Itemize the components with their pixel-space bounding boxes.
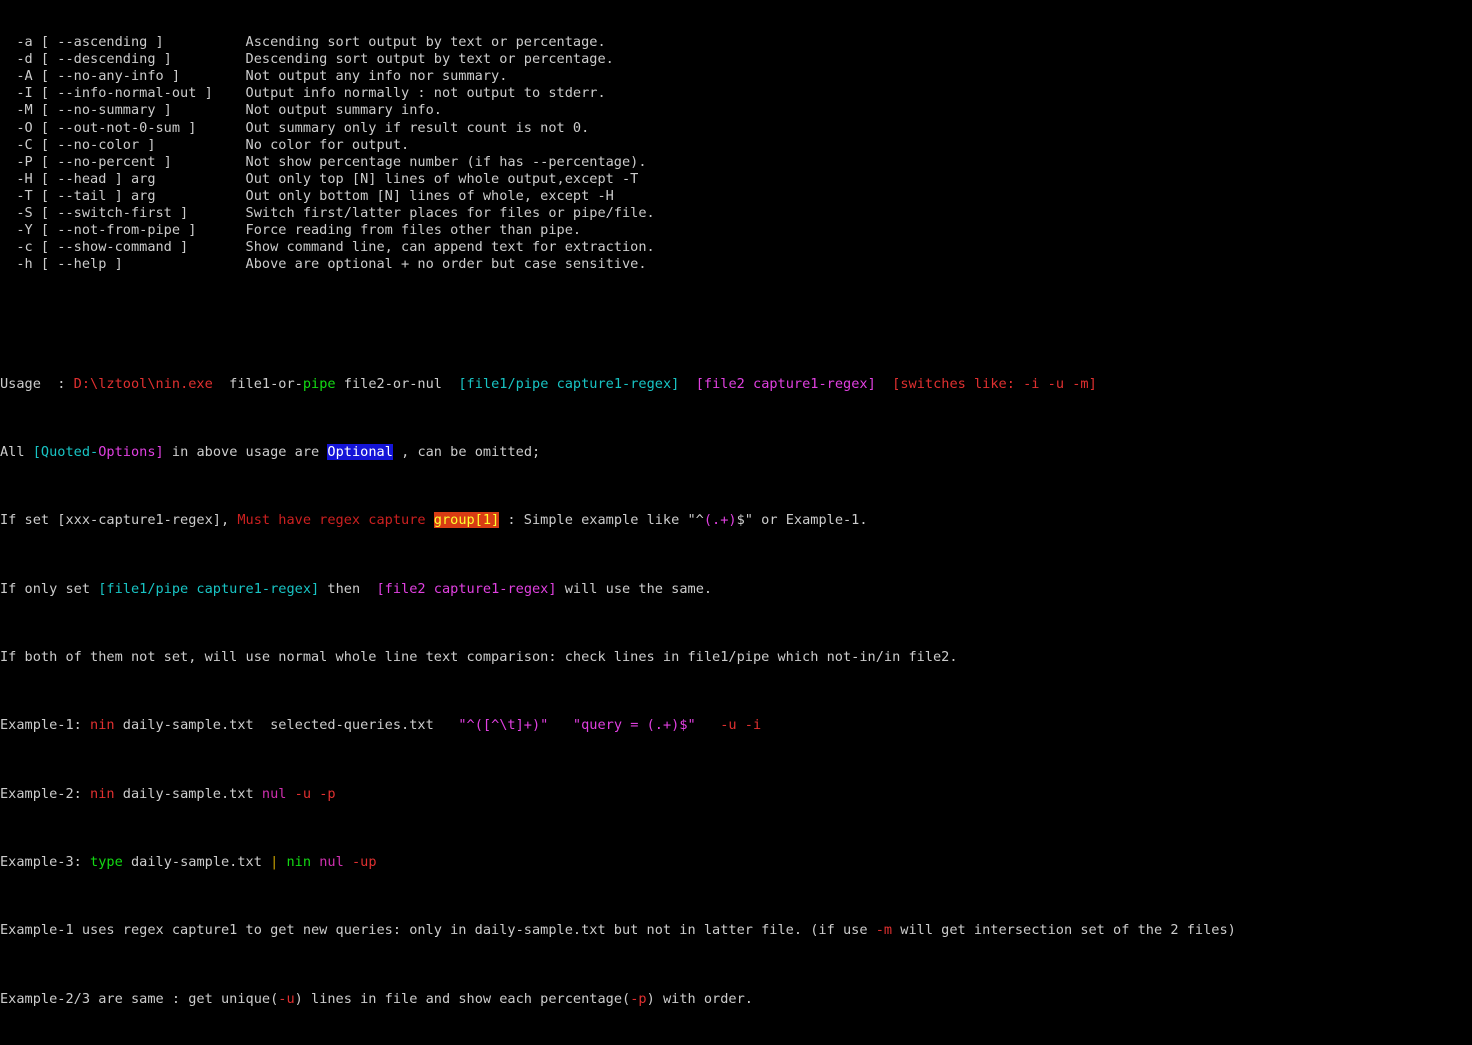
usage-pipe-word: pipe [302,375,336,392]
ex3-label: Example-3: [0,853,91,870]
ex3-nin: nin [278,853,312,870]
all-quoted-line: All [Quoted-Options] in above usage are … [0,444,1472,461]
option-text: -a [ --ascending ] Ascending sort output… [0,34,606,51]
option-row: -P [ --no-percent ] Not show percentage … [0,154,1472,171]
if-set-prefix: If set [xxx-capture1-regex], [0,512,238,529]
simple-example-text: : Simple example like "^ [499,512,704,529]
ex23-desc-p-switch: -p [630,990,647,1007]
option-text: -c [ --show-command ] Show command line,… [0,239,655,256]
option-text: -M [ --no-summary ] Not output summary i… [0,102,442,119]
ex1-desc-m-switch: -m [875,922,893,939]
options-table: -a [ --ascending ] Ascending sort output… [0,34,1472,273]
ex1-files: daily-sample.txt selected-queries.txt [114,717,459,734]
usage-args: file1-or- [212,375,303,392]
dollar-tail: $" or Example-1. [736,512,868,529]
usage-line: Usage : D:\lztool\nin.exe file1-or-pipe … [0,376,1472,393]
all-prefix: All [0,444,33,461]
ex1-regex2: "query = (.+)$" [572,717,696,734]
example-2-line: Example-2: nin daily-sample.txt nul -u -… [0,786,1472,803]
ex23-desc-b: ) lines in file and show each percentage… [294,990,631,1007]
option-row: -d [ --descending ] Descending sort outp… [0,51,1472,68]
option-row: -Y [ --not-from-pipe ] Force reading fro… [0,222,1472,239]
ex3-nul: nul [311,853,344,870]
ex23-desc-c: ) with order. [646,990,753,1007]
option-row: -H [ --head ] arg Out only top [N] lines… [0,171,1472,188]
if-only-tail: will use the same. [556,580,713,597]
usage-args2: file2-or-nul [335,375,459,392]
ex23-desc-a: Example-2/3 are same : get unique( [0,990,279,1007]
option-text: -O [ --out-not-0-sum ] Out summary only … [0,119,590,136]
ex3-command-type: type [90,853,123,870]
option-row: -a [ --ascending ] Ascending sort output… [0,34,1472,51]
option-row: -M [ --no-summary ] Not output summary i… [0,102,1472,119]
optional-highlight: Optional [327,444,393,461]
option-text: -h [ --help ] Above are optional + no or… [0,256,647,273]
option-row: -c [ --show-command ] Show command line,… [0,239,1472,256]
ex23-desc-u-switch: -u [278,990,295,1007]
ex1-command: nin [90,717,115,734]
option-text: -C [ --no-color ] No color for output. [0,136,410,153]
option-text: -A [ --no-any-info ] Not output any info… [0,68,508,85]
if-only-file2: [file2 capture1-regex] [376,580,557,597]
must-have-text: Must have regex capture [237,512,434,529]
ex3-mid: daily-sample.txt [122,853,271,870]
option-row: -S [ --switch-first ] Switch first/latte… [0,205,1472,222]
option-text: -I [ --info-normal-out ] Output info nor… [0,85,606,102]
ex2-nul: nul [261,785,287,802]
usage-label: Usage : [0,375,74,392]
all-suffix: , can be omitted; [392,444,541,461]
usage-switches-bracket: [switches like: -i -u -m] [892,375,1097,392]
sp [876,376,892,392]
option-text: -S [ --switch-first ] Switch first/latte… [0,204,655,221]
group-highlight: group[1] [433,512,500,529]
example-1-desc-line: Example-1 uses regex capture1 to get new… [0,922,1472,939]
if-only-set-line: If only set [file1/pipe capture1-regex] … [0,581,1472,598]
ex2-switches: -u -p [286,785,336,802]
option-row: -h [ --help ] Above are optional + no or… [0,256,1472,273]
example-3-line: Example-3: type daily-sample.txt | nin n… [0,854,1472,871]
ex2-label: Example-2: [0,785,91,802]
ex1-regex1: "^([^\t]+)" [458,717,549,734]
option-text: -T [ --tail ] arg Out only bottom [N] li… [0,187,614,204]
option-text: -P [ --no-percent ] Not show percentage … [0,153,647,170]
example-1-line: Example-1: nin daily-sample.txt selected… [0,717,1472,734]
if-only-file1: [file1/pipe capture1-regex] [98,580,320,597]
option-row: -C [ --no-color ] No color for output. [0,137,1472,154]
ex1-desc-b: will get intersection set of the 2 files… [892,922,1236,939]
example-23-desc-line: Example-2/3 are same : get unique(-u) li… [0,991,1472,1008]
quoted-options-part1: [Quoted- [32,444,99,461]
option-text: -Y [ --not-from-pipe ] Force reading fro… [0,222,582,239]
option-row: -A [ --no-any-info ] Not output any info… [0,68,1472,85]
capture-regex: (.+) [703,512,737,529]
ex3-switches: -up [343,853,377,870]
option-text: -d [ --descending ] Descending sort outp… [0,51,614,68]
if-only-prefix: If only set [0,580,99,597]
option-text: -H [ --head ] arg Out only top [N] lines… [0,170,639,187]
usage-exe-path: D:\lztool\nin.exe [73,375,213,392]
ex1-switches: -u -i [695,717,762,734]
terminal-output: -a [ --ascending ] Ascending sort output… [0,0,1472,1045]
if-only-mid: then [319,580,377,597]
all-mid: in above usage are [163,444,328,461]
option-row: -O [ --out-not-0-sum ] Out summary only … [0,120,1472,137]
option-row: -I [ --info-normal-out ] Output info nor… [0,85,1472,102]
ex2-mid: daily-sample.txt [114,785,262,802]
if-both-line: If both of them not set, will use normal… [0,648,958,665]
option-row: -T [ --tail ] arg Out only bottom [N] li… [0,188,1472,205]
quoted-options-part2: Options] [98,444,164,461]
ex1-space [548,717,573,733]
usage-file1-bracket: [file1/pipe capture1-regex] [458,375,680,392]
ex1-label: Example-1: [0,717,91,734]
ex1-desc-a: Example-1 uses regex capture1 to get new… [0,922,876,939]
usage-file2-bracket: [file2 capture1-regex] [695,375,876,392]
if-set-line: If set [xxx-capture1-regex], Must have r… [0,512,1472,529]
sp [679,376,695,392]
ex2-command: nin [90,785,115,802]
